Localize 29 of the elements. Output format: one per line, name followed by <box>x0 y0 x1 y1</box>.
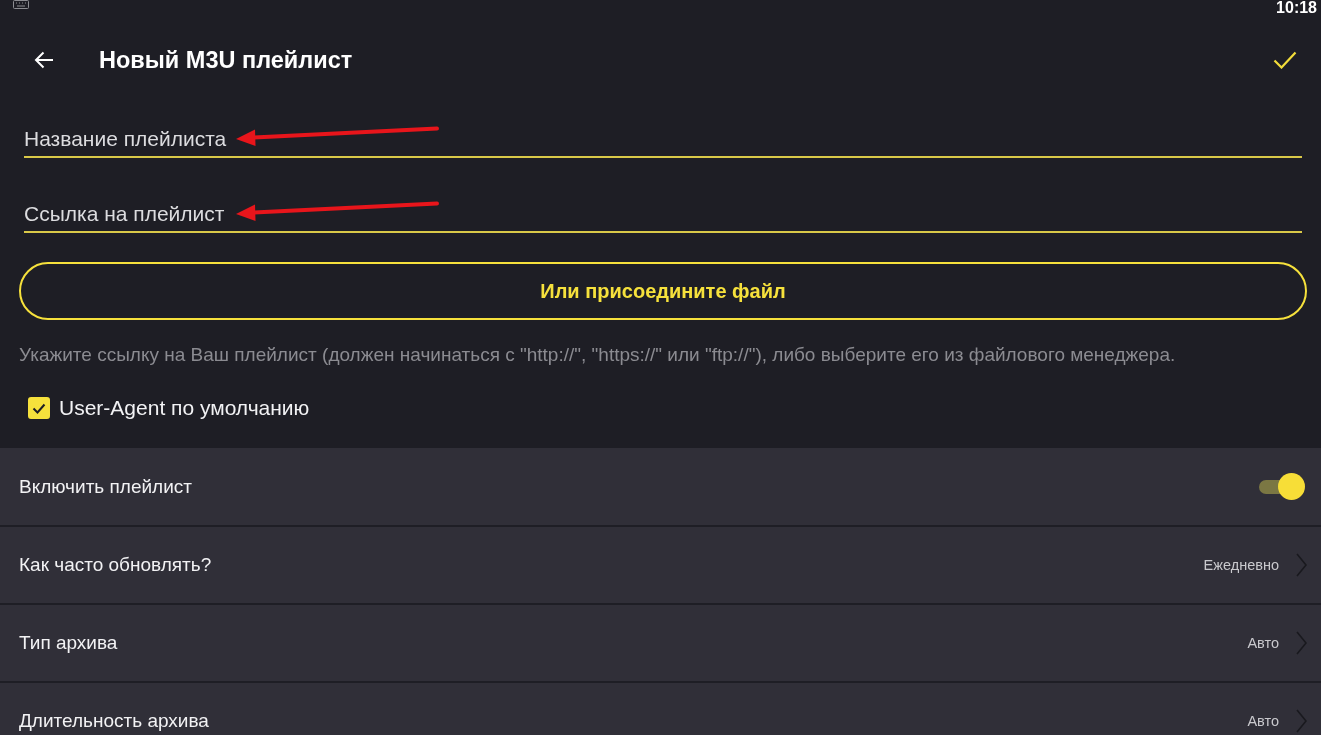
settings-row[interactable]: Как часто обновлять? Ежедневно <box>0 525 1321 603</box>
attach-file-button[interactable]: Или присоедините файл <box>19 262 1307 320</box>
setting-label: Тип архива <box>19 632 119 654</box>
screen-title: Новый M3U плейлист <box>99 46 354 74</box>
text-field[interactable]: Ссылка на плейлист <box>24 193 1302 233</box>
chevron-right-icon <box>1296 631 1307 655</box>
checkmark-icon <box>1273 51 1297 69</box>
back-button[interactable] <box>32 49 56 71</box>
settings-row[interactable]: Длительность архива Авто <box>0 681 1321 735</box>
setting-value: Ежедневно <box>1203 557 1279 573</box>
setting-label: Как часто обновлять? <box>19 554 213 576</box>
confirm-button[interactable] <box>1271 49 1299 71</box>
chevron-right-icon <box>1296 553 1307 577</box>
hint-text: Укажите ссылку на Ваш плейлист (должен начинаться с "http://", "https://" или "ftp://"), либо выберите его из файлового менеджера. <box>19 344 1177 366</box>
checkbox[interactable] <box>28 397 50 419</box>
settings-row[interactable]: Тип архива Авто <box>0 603 1321 681</box>
checkmark-icon <box>32 402 46 414</box>
checkbox-label: User-Agent по умолчанию <box>59 396 310 420</box>
clock-time: 10:18 <box>1276 0 1317 16</box>
keyboard-icon <box>13 0 29 9</box>
settings-row[interactable]: Включить плейлист <box>0 448 1321 525</box>
setting-value: Авто <box>1247 713 1279 729</box>
setting-label: Включить плейлист <box>19 475 193 498</box>
back-arrow-icon <box>34 51 54 69</box>
setting-label: Длительность архива <box>19 710 210 732</box>
toggle-switch[interactable] <box>1259 472 1305 501</box>
chevron-right-icon <box>1296 709 1307 733</box>
setting-value: Авто <box>1247 635 1279 651</box>
text-field[interactable]: Название плейлиста <box>24 118 1302 158</box>
